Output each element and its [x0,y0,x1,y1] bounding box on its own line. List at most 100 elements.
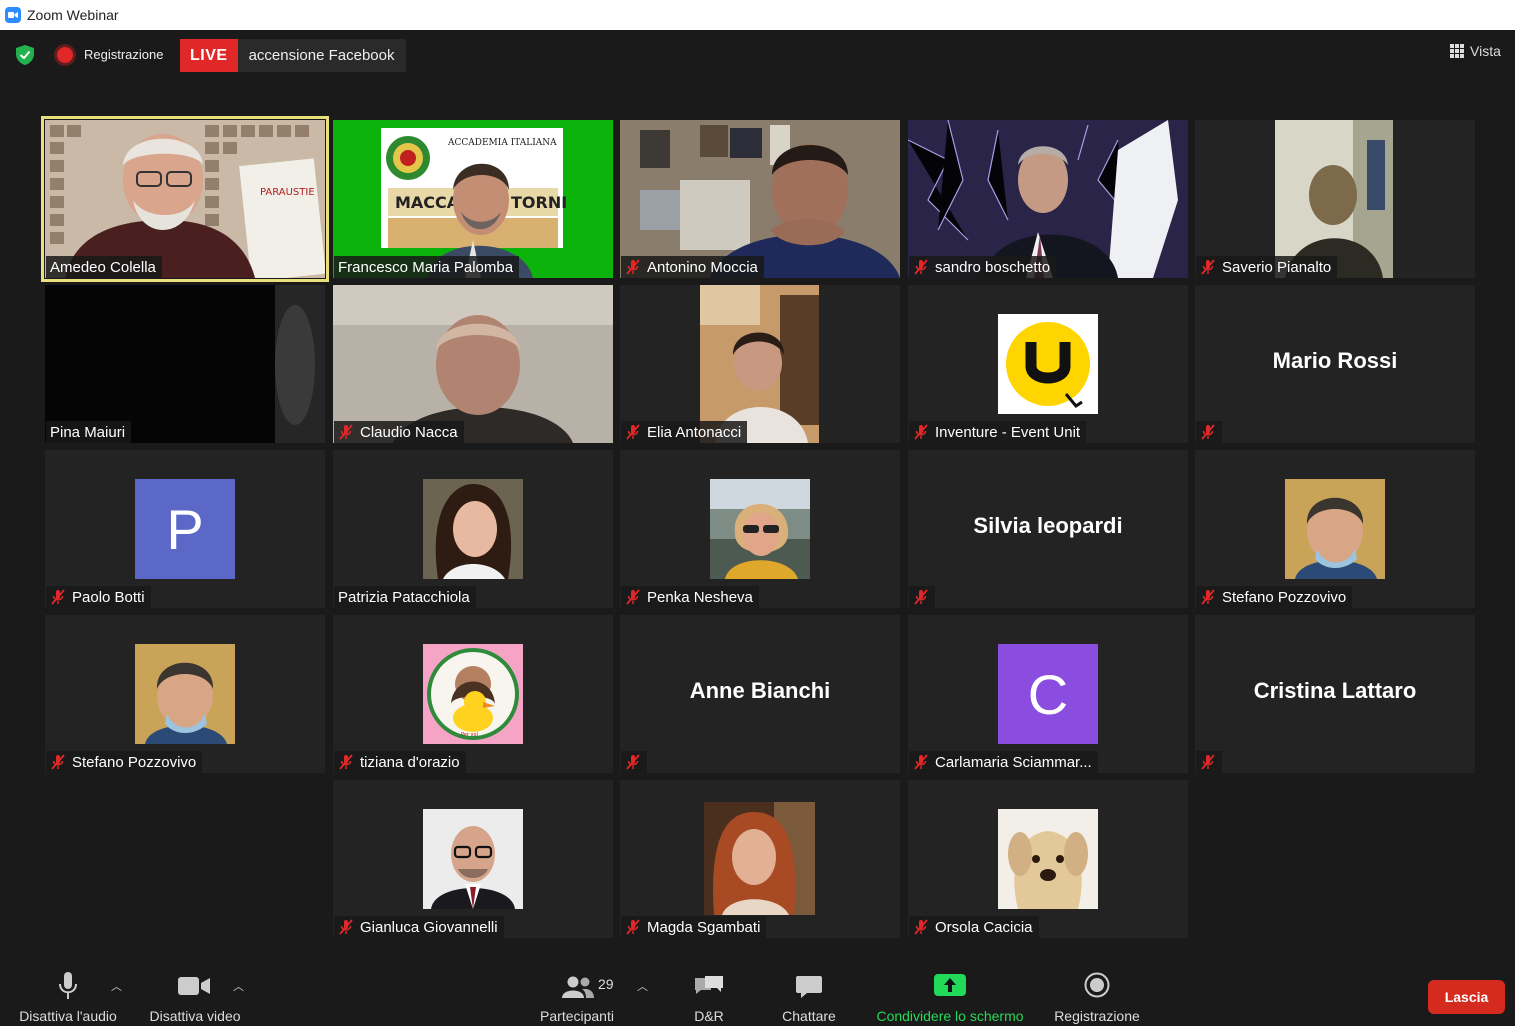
muted-mic-icon [914,259,928,275]
video-tile[interactable]: Antonino Moccia [620,120,900,278]
video-tile[interactable]: Saverio Pianalto [1195,120,1475,278]
participant-name-label: Stefano Pozzovivo [46,751,203,773]
participant-name-label: Claudio Nacca [334,421,464,443]
participant-avatar: P [135,479,235,579]
muted-mic-icon [626,424,640,440]
participants-button[interactable]: 29 Partecipanti [532,958,622,1026]
video-tile[interactable]: Stefano Pozzovivo [45,615,325,773]
participant-video: PARAUSTIE [45,120,325,278]
participant-name-label: Penka Nesheva [621,586,759,608]
video-tile[interactable]: Inventure - Event Unit [908,285,1188,443]
participant-name-label: tiziana d'orazio [334,751,466,773]
participant-name-label: Magda Sgambati [621,916,767,938]
video-tile[interactable]: P Paolo Botti [45,450,325,608]
participant-video [620,120,900,278]
participant-avatar [135,644,235,744]
recording-label[interactable]: Registrazione [84,47,164,62]
chat-button[interactable]: Chattare [770,958,848,1026]
muted-mic-icon [51,754,65,770]
qa-bubbles-icon [695,976,723,994]
participant-avatar: Per voi [423,644,523,744]
video-tile[interactable]: Orsola Cacicia [908,780,1188,938]
inventure-logo-icon [1006,322,1090,408]
participant-name-label: Elia Antonacci [621,421,748,443]
video-tile[interactable]: Patrizia Patacchiola [333,450,613,608]
live-badge: LIVE [180,39,238,72]
security-shield-icon[interactable] [16,45,34,65]
qa-button[interactable]: D&R [680,958,738,1026]
recording-indicator-icon [57,47,73,63]
participant-name-label: Saverio Pianalto [1196,256,1338,278]
participants-icon [562,976,594,998]
live-stream-status[interactable]: LIVE accensione Facebook [180,39,406,72]
participant-name-label: Patrizia Patacchiola [334,586,476,608]
video-tile[interactable]: PARAUSTIE Amedeo Colella [41,116,329,282]
participant-name: Saverio Pianalto [1222,258,1332,276]
video-tile[interactable]: Pina Maiuri [45,285,325,443]
muted-mic-icon [914,919,928,935]
participant-name-label: sandro boschetto [909,256,1057,278]
muted-mic-icon [626,259,640,275]
mute-audio-button[interactable]: Disattiva l'audio [8,958,128,1026]
participants-options-chevron-icon[interactable]: ︿ [637,978,648,994]
window-title: Zoom Webinar [27,7,119,23]
video-tile[interactable]: Magda Sgambati [620,780,900,938]
video-tile[interactable]: C Carlamaria Sciammar... [908,615,1188,773]
video-tile[interactable]: Elia Antonacci [620,285,900,443]
share-screen-label: Condividere lo schermo [876,1008,1024,1024]
record-label: Registrazione [1054,1008,1140,1024]
audio-options-chevron-icon[interactable]: ︿ [111,978,122,994]
participant-name-label: Francesco Maria Palomba [334,256,520,278]
participant-video [908,120,1188,278]
video-camera-icon [178,977,210,995]
participant-name-label [1196,751,1222,773]
live-stream-label: accensione Facebook [248,47,395,64]
participant-video [1275,120,1393,278]
window-titlebar: Zoom Webinar [0,0,1515,30]
video-tile[interactable]: Penka Nesheva [620,450,900,608]
share-screen-button[interactable]: Condividere lo schermo [866,958,1034,1026]
video-tile[interactable]: Mario Rossi [1195,285,1475,443]
video-options-chevron-icon[interactable]: ︿ [233,978,244,994]
participant-name-label [1196,421,1222,443]
video-tile[interactable]: Stefano Pozzovivo [1195,450,1475,608]
video-tile[interactable]: Cristina Lattaro [1195,615,1475,773]
video-tile[interactable]: ACCADEMIA ITALIANA MACCAR TORNI Francesc… [333,120,613,278]
participant-name: Patrizia Patacchiola [338,588,470,606]
svg-text:PARAUSTIE: PARAUSTIE [260,187,315,198]
participant-name: Claudio Nacca [360,423,458,441]
participant-video [45,285,325,443]
participant-name: Magda Sgambati [647,918,761,936]
participant-name-label: Antonino Moccia [621,256,764,278]
muted-mic-icon [51,589,65,605]
record-button[interactable]: Registrazione [1046,958,1148,1026]
video-tile[interactable]: sandro boschetto [908,120,1188,278]
participant-name: Elia Antonacci [647,423,742,441]
participant-avatar [704,802,815,915]
stop-video-label: Disattiva video [149,1008,241,1024]
video-tile[interactable]: Silvia leopardi [908,450,1188,608]
video-tile[interactable]: Anne Bianchi [620,615,900,773]
participant-name-label [621,751,647,773]
participant-name-label: Inventure - Event Unit [909,421,1087,443]
video-tile[interactable]: Gianluca Giovannelli [333,780,613,938]
view-button[interactable]: Vista [1450,43,1501,59]
video-tile[interactable]: Per voi tiziana d'orazio [333,615,613,773]
participant-name: Gianluca Giovannelli [360,918,498,936]
participant-avatar [1285,479,1385,579]
participant-name: Antonino Moccia [647,258,758,276]
participant-display-name: Silvia leopardi [973,513,1123,538]
muted-mic-icon [1201,754,1215,770]
participants-label: Partecipanti [540,1008,614,1024]
grid-view-icon [1450,44,1464,58]
participant-name-label: Gianluca Giovannelli [334,916,504,938]
video-tile[interactable]: Claudio Nacca [333,285,613,443]
leave-button[interactable]: Lascia [1428,980,1505,1014]
participant-name: Penka Nesheva [647,588,753,606]
meeting-toolbar: Disattiva l'audio ︿ Disattiva video ︿ 29… [0,958,1515,1026]
muted-mic-icon [626,589,640,605]
muted-mic-icon [339,424,353,440]
participant-name: Stefano Pozzovivo [72,753,197,771]
participant-avatar [423,479,523,579]
participant-name: Paolo Botti [72,588,145,606]
